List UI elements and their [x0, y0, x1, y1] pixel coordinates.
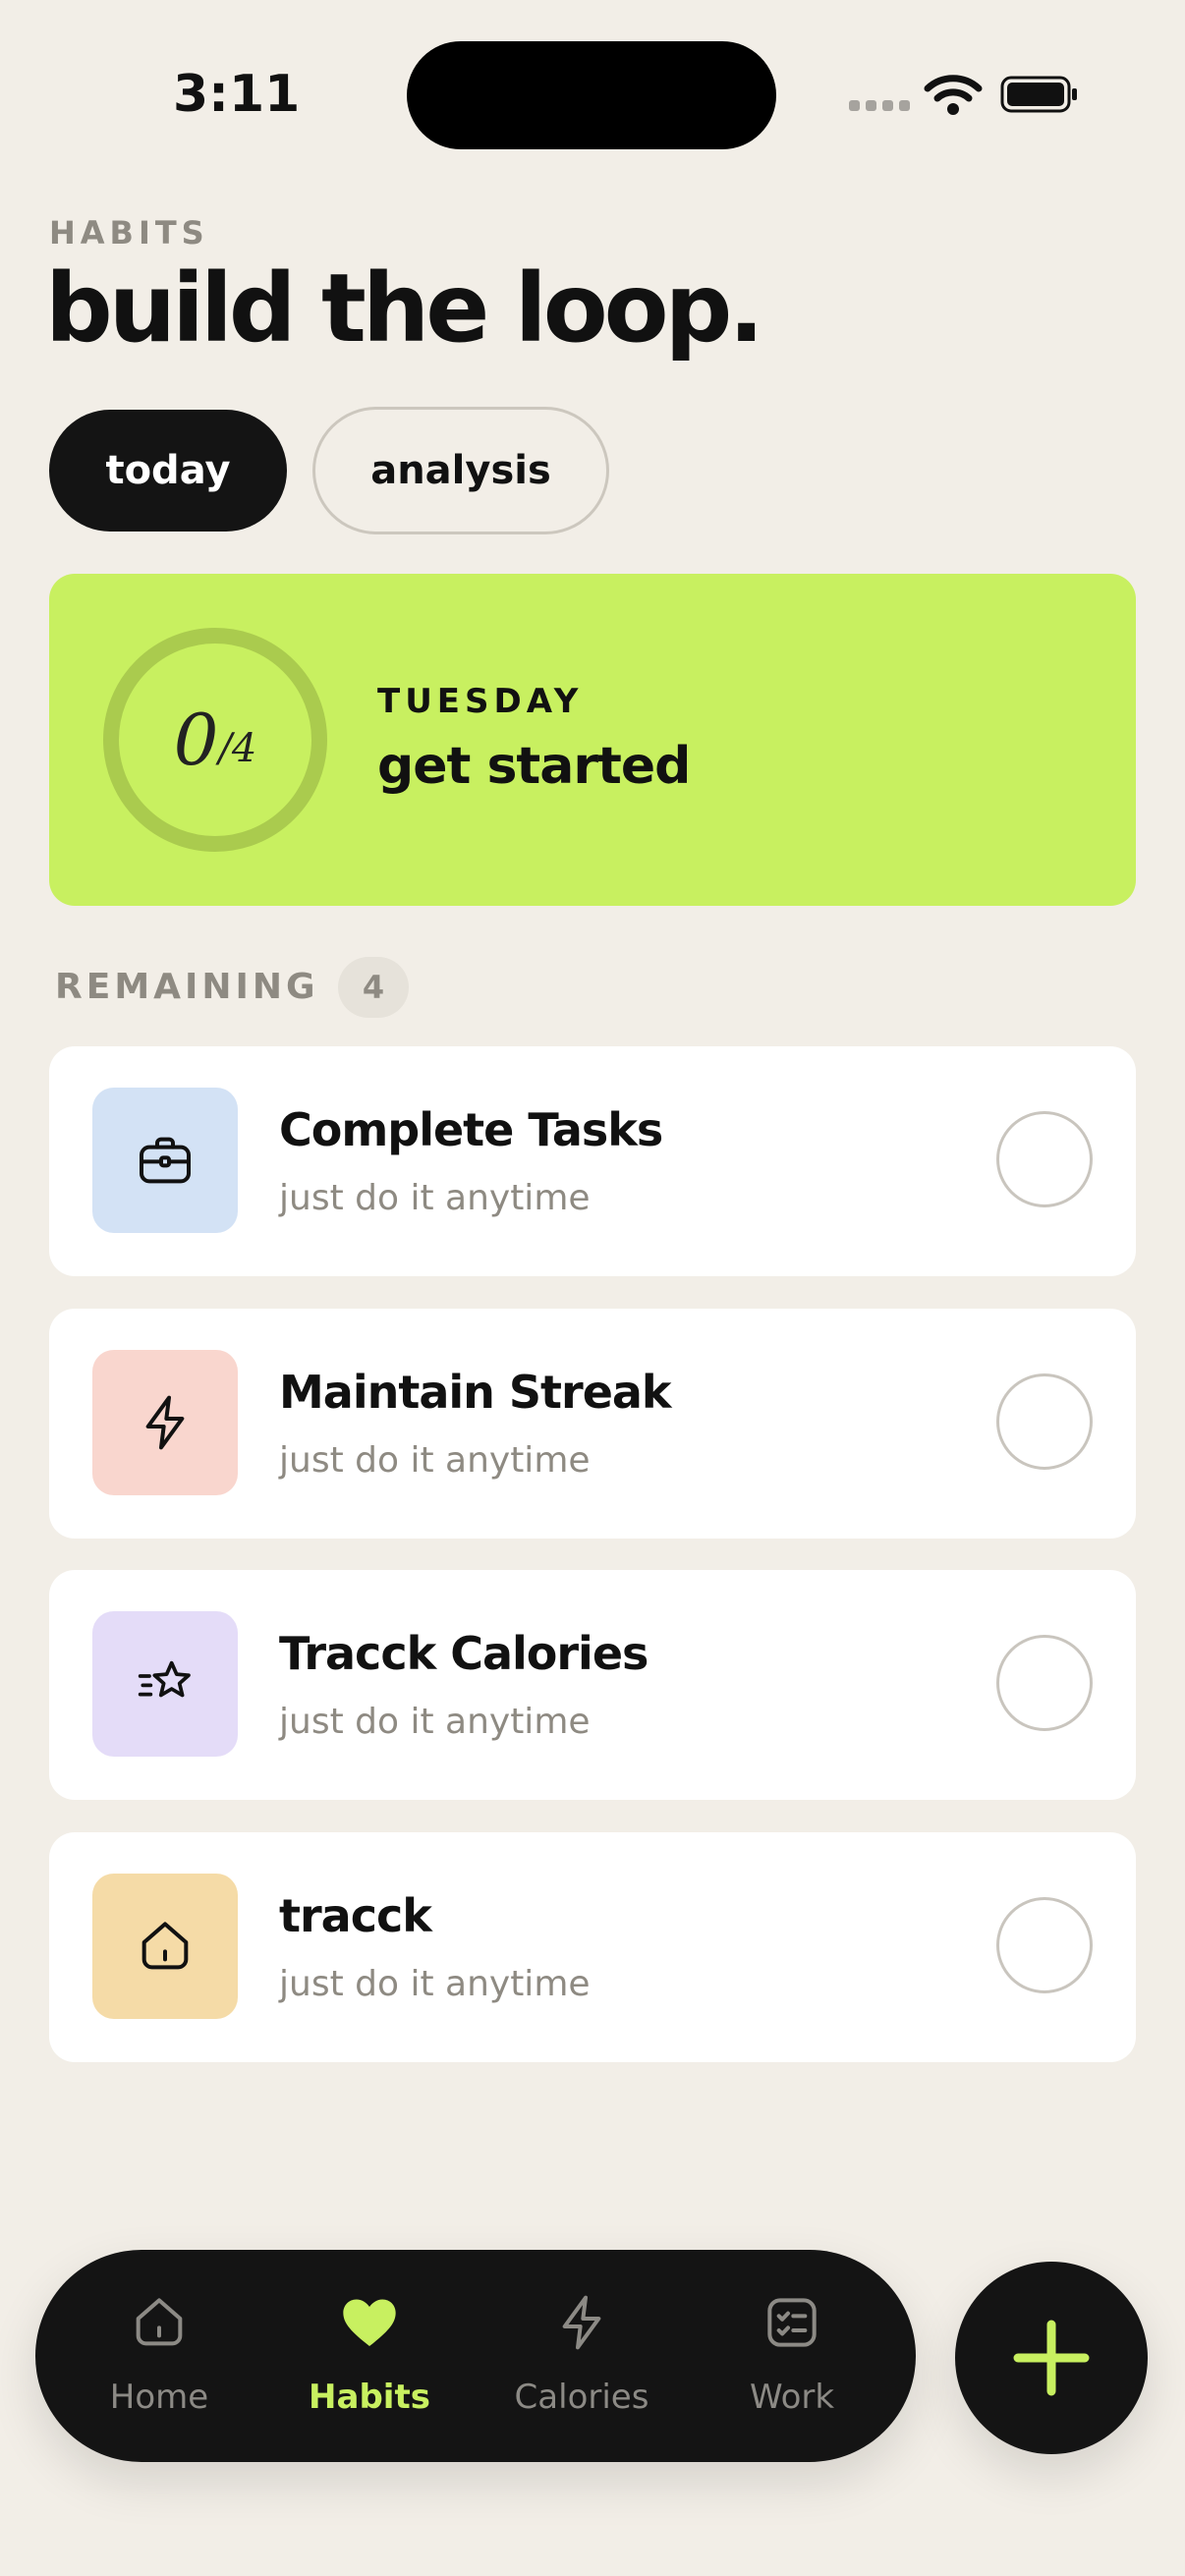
habit-complete-checkbox[interactable] [996, 1635, 1093, 1731]
habit-name: Complete Tasks [279, 1103, 663, 1156]
progress-count: 0 /4 [100, 625, 330, 855]
progress-status: get started [377, 737, 691, 796]
habit-schedule: just do it anytime [279, 1178, 591, 1218]
habit-complete-checkbox[interactable] [996, 1373, 1093, 1470]
habit-schedule: just do it anytime [279, 1440, 591, 1481]
battery-icon [1000, 76, 1077, 113]
checklist-icon [767, 2298, 817, 2347]
cellular-signal-icon [849, 100, 910, 111]
habit-complete-checkbox[interactable] [996, 1111, 1093, 1207]
progress-completed: 0 [173, 699, 219, 781]
nav-label-work: Work [749, 2378, 835, 2417]
home-icon [141, 1922, 189, 1970]
lightning-icon [145, 1395, 185, 1450]
bottom-tab-bar: Home Habits Calories Work [35, 2250, 916, 2462]
heart-icon [343, 2299, 396, 2346]
habit-icon-tile [92, 1611, 238, 1757]
daily-summary-card: 0 /4 TUESDAY get started [49, 574, 1136, 906]
briefcase-icon [140, 1137, 191, 1184]
habit-icon-tile [92, 1088, 238, 1233]
weekday-label: TUESDAY [377, 682, 584, 721]
remaining-label: REMAINING [55, 967, 319, 1007]
habit-card-tracck-calories[interactable]: Tracck Calories just do it anytime [49, 1570, 1136, 1800]
habit-schedule: just do it anytime [279, 1964, 591, 2004]
nav-item-work[interactable]: Work [694, 2250, 890, 2462]
habit-icon-tile [92, 1350, 238, 1495]
home-icon [136, 2298, 183, 2346]
status-time: 3:11 [173, 65, 301, 124]
tab-analysis[interactable]: analysis [312, 407, 609, 534]
star-icon [138, 1660, 191, 1698]
plus-icon [1013, 2320, 1090, 2396]
habit-name: Maintain Streak [279, 1366, 672, 1419]
habit-card-maintain-streak[interactable]: Maintain Streak just do it anytime [49, 1309, 1136, 1539]
progress-total: /4 [218, 726, 257, 771]
nav-item-calories[interactable]: Calories [483, 2250, 680, 2462]
section-eyebrow: HABITS [49, 214, 209, 252]
habit-card-complete-tasks[interactable]: Complete Tasks just do it anytime [49, 1046, 1136, 1276]
add-habit-button[interactable] [955, 2262, 1148, 2454]
nav-item-home[interactable]: Home [61, 2250, 257, 2462]
habit-name: Tracck Calories [279, 1627, 649, 1680]
dynamic-island [407, 41, 776, 149]
tab-today[interactable]: today [49, 410, 287, 532]
lightning-icon [562, 2295, 601, 2350]
nav-label-calories: Calories [514, 2378, 649, 2417]
nav-item-habits[interactable]: Habits [271, 2250, 468, 2462]
nav-label-home: Home [109, 2378, 209, 2417]
wifi-icon [924, 75, 983, 115]
habit-complete-checkbox[interactable] [996, 1897, 1093, 1993]
page-title: build the loop. [45, 253, 764, 364]
habit-icon-tile [92, 1874, 238, 2019]
remaining-count-badge: 4 [338, 957, 409, 1018]
habit-card-tracck[interactable]: tracck just do it anytime [49, 1832, 1136, 2062]
habit-name: tracck [279, 1889, 432, 1942]
habit-schedule: just do it anytime [279, 1702, 591, 1742]
nav-label-habits: Habits [309, 2378, 430, 2417]
